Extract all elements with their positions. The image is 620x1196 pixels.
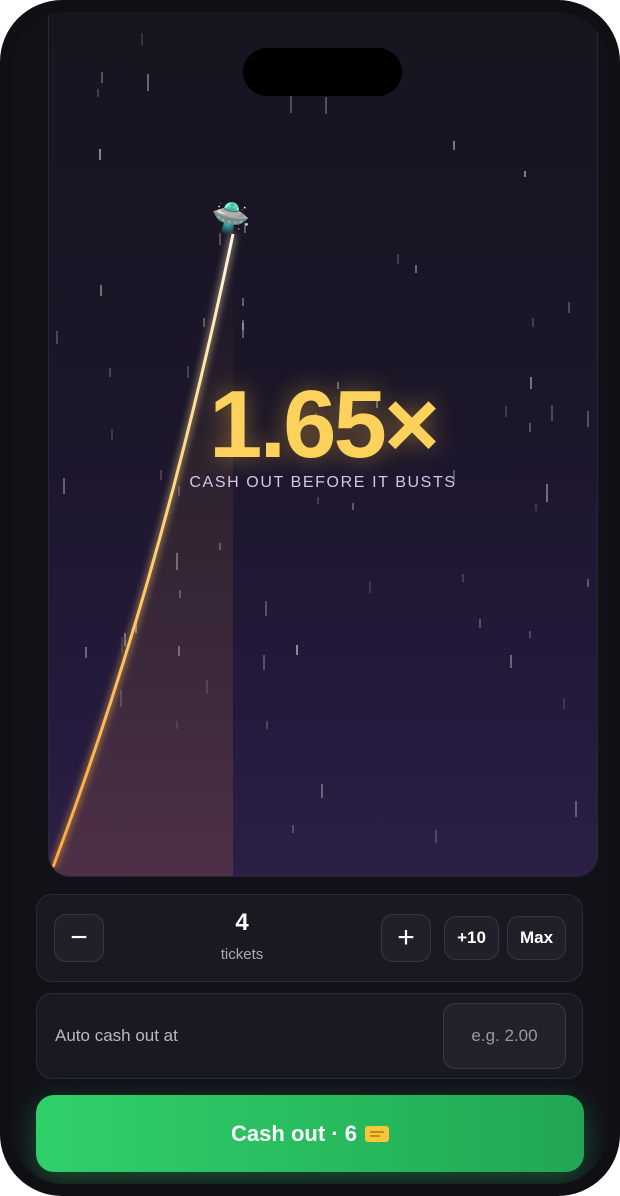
- instruction-text: CASH OUT BEFORE IT BUSTS: [189, 474, 457, 491]
- trail-area: [53, 234, 233, 876]
- decrease-tickets-button[interactable]: −: [54, 914, 104, 962]
- game-canvas: 🛸 1.65× CASH OUT BEFORE IT BUSTS: [48, 12, 598, 877]
- increase-tickets-button[interactable]: +: [381, 914, 431, 962]
- cashout-button[interactable]: Cash out · 6: [36, 1095, 584, 1172]
- cashout-label: Cash out · 6: [231, 1120, 357, 1146]
- auto-cashout-input[interactable]: [443, 1003, 566, 1069]
- screen: 🛸 1.65× CASH OUT BEFORE IT BUSTS − 4 tic…: [12, 12, 608, 1184]
- multiplier-display: 1.65×: [209, 371, 440, 478]
- ufo-icon: 🛸: [210, 198, 254, 239]
- auto-cashout-label: Auto cash out at: [55, 1026, 178, 1045]
- add-ten-tickets-button[interactable]: +10: [444, 916, 499, 960]
- phone-frame: 🛸 1.65× CASH OUT BEFORE IT BUSTS − 4 tic…: [0, 0, 620, 1196]
- dynamic-island: [243, 48, 402, 96]
- ticket-count: 4: [235, 909, 249, 936]
- ticket-selector: − 4 tickets + +10 Max: [36, 894, 583, 982]
- auto-cashout-panel: Auto cash out at: [36, 993, 583, 1079]
- ticket-icon: [364, 1125, 389, 1142]
- ticket-unit-label: tickets: [220, 946, 264, 963]
- max-tickets-button[interactable]: Max: [507, 916, 566, 960]
